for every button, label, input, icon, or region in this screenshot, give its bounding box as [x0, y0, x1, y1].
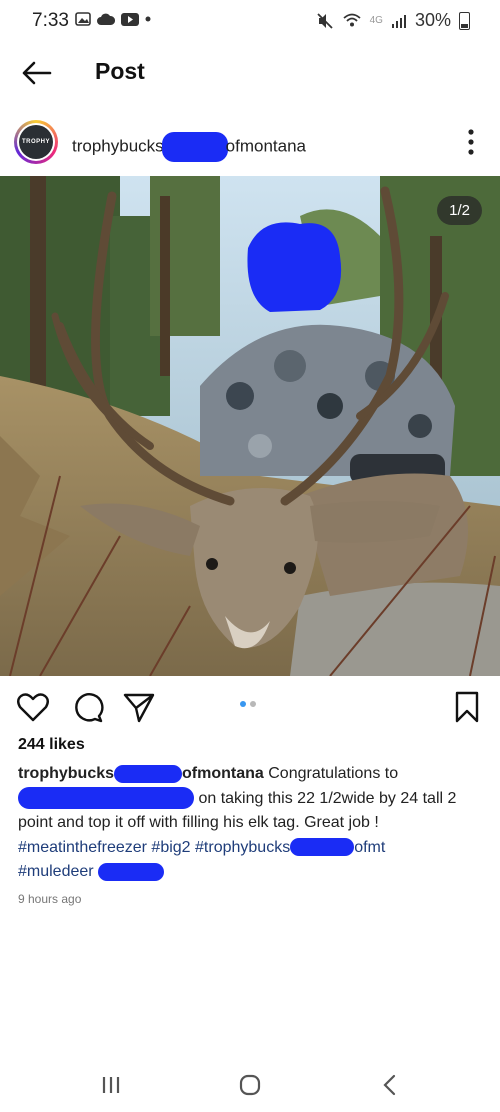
app-header: Post [0, 44, 500, 104]
mule-deer-photo [0, 176, 500, 676]
wifi-icon [343, 13, 361, 26]
arrow-left-icon [22, 61, 52, 85]
battery-percent: 30% [414, 10, 451, 30]
like-button[interactable] [16, 690, 50, 724]
hashtag-trophybucks-start: #trophybucks [195, 838, 291, 856]
action-bar [0, 684, 500, 730]
redaction-mark [290, 838, 355, 857]
hashtag-meatinthefreezer[interactable]: #meatinthefreezer [18, 839, 147, 856]
bookmark-icon [455, 691, 479, 723]
cloud-icon [97, 13, 115, 25]
system-back-button[interactable] [375, 1070, 405, 1100]
redaction-mark [18, 787, 194, 810]
caption-username[interactable]: trophybucks ofmontana [18, 764, 264, 783]
caption-text-1: Congratulations to [263, 765, 399, 782]
post-photo[interactable]: 1/2 [0, 176, 500, 676]
carousel-dot [250, 701, 256, 707]
send-icon [123, 693, 155, 723]
carousel-indicator [240, 701, 256, 707]
heart-icon [17, 693, 49, 722]
hashtag-muledeer[interactable]: #muledeer [18, 863, 94, 880]
comment-icon [75, 693, 104, 723]
post-username[interactable]: trophybucks ofmontana [72, 132, 306, 162]
battery-icon [459, 11, 470, 30]
dot-icon [145, 16, 151, 22]
share-button[interactable] [122, 690, 156, 724]
home-button[interactable] [235, 1070, 265, 1100]
status-right: 4G 30% [316, 10, 470, 31]
username-start: trophybucks [72, 136, 164, 156]
hashtag-big2[interactable]: #big2 [151, 839, 190, 856]
back-button[interactable] [18, 56, 56, 90]
recent-apps-button[interactable] [96, 1070, 126, 1100]
redaction-mark [114, 764, 183, 783]
recents-icon [102, 1077, 120, 1093]
image-counter: 1/2 [437, 196, 482, 225]
post-header: TROPHY trophybucks ofmontana [0, 112, 500, 172]
hashtag-trophybucks[interactable]: #trophybucks ofmt [195, 838, 386, 857]
hashtag-trophybucks-end: ofmt [354, 838, 386, 856]
gallery-icon [75, 12, 91, 26]
status-bar: 7:33 4G 30% [0, 0, 500, 42]
redaction-mark [161, 132, 228, 162]
comment-button[interactable] [70, 690, 104, 724]
more-vertical-icon [468, 129, 474, 155]
notification-icons [75, 12, 151, 26]
caption-user-end: ofmontana [182, 765, 264, 782]
post-caption: trophybucks ofmontana Congratulations to … [18, 762, 488, 885]
status-time: 7:33 [32, 10, 69, 31]
mute-icon [316, 12, 333, 29]
avatar-ring: TROPHY [17, 123, 55, 161]
youtube-icon [121, 12, 139, 26]
more-options-button[interactable] [466, 128, 476, 156]
caption-user-start: trophybucks [18, 765, 115, 782]
chevron-left-icon [383, 1074, 396, 1096]
save-button[interactable] [452, 690, 486, 724]
signal-icon [391, 14, 406, 28]
username-end: ofmontana [225, 136, 307, 156]
network-label: 4G [369, 15, 383, 26]
page-title: Post [95, 58, 145, 84]
home-icon [239, 1074, 261, 1096]
post-timestamp: 9 hours ago [18, 892, 82, 906]
redaction-mark [98, 862, 165, 881]
avatar-logo: TROPHY [19, 125, 53, 159]
carousel-dot-active [240, 701, 246, 707]
system-nav-bar [0, 1058, 500, 1112]
avatar[interactable]: TROPHY [14, 120, 58, 164]
likes-count[interactable]: 244 likes [18, 736, 85, 754]
